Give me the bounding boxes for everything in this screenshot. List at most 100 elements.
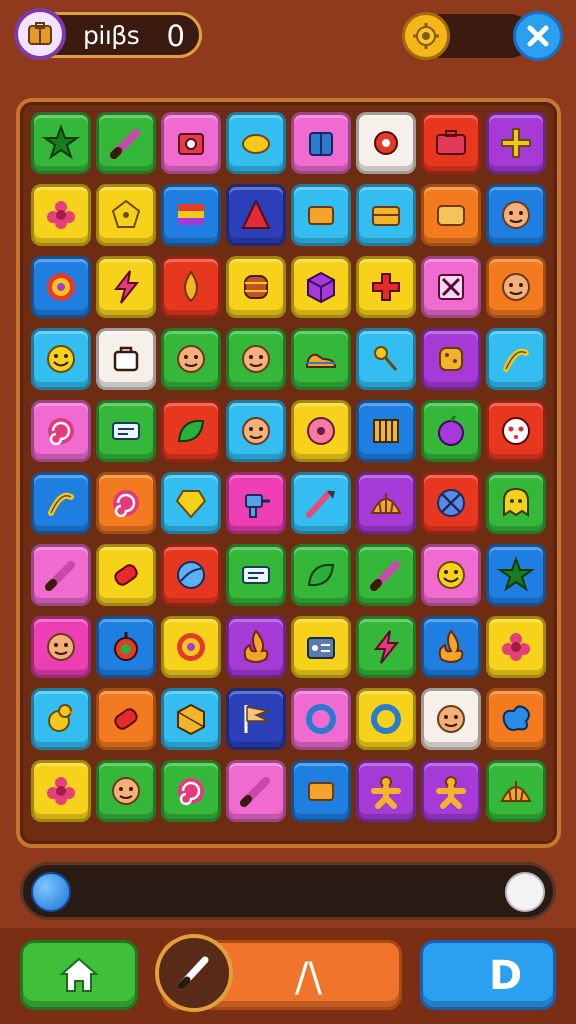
tile-pencil[interactable] (226, 760, 286, 822)
tile-swirl[interactable] (161, 760, 221, 822)
pentagon-icon (111, 199, 141, 228)
tile-xbox[interactable] (421, 256, 481, 318)
tile-block[interactable] (291, 760, 351, 822)
tile-drill[interactable] (226, 472, 286, 534)
tile-swirl[interactable] (96, 472, 156, 534)
tile-star[interactable] (31, 112, 91, 174)
progress-end-knob[interactable] (505, 872, 545, 912)
tile-lemon[interactable] (226, 112, 286, 174)
tile-ring[interactable] (356, 688, 416, 750)
tile-face[interactable] (96, 760, 156, 822)
tile-flower[interactable] (31, 184, 91, 246)
tile-ghost[interactable] (486, 472, 546, 534)
game-title: piıβs (83, 21, 140, 50)
swirl-icon (48, 418, 74, 446)
tile-camera[interactable] (161, 112, 221, 174)
home-button[interactable] (20, 940, 138, 1010)
tile-target[interactable] (31, 256, 91, 318)
tile-flower[interactable] (486, 616, 546, 678)
close-button[interactable] (513, 11, 563, 61)
tile-bone[interactable] (486, 328, 546, 390)
lemon-icon (242, 134, 270, 154)
tile-ring[interactable] (291, 688, 351, 750)
brush-icon (306, 490, 335, 518)
suitcase-icon (436, 130, 466, 155)
tile-plus[interactable] (486, 112, 546, 174)
tile-leaf[interactable] (291, 544, 351, 606)
tile-plum[interactable] (421, 400, 481, 462)
tile-shirt[interactable] (291, 112, 351, 174)
tile-radio[interactable] (291, 616, 351, 678)
tile-candy[interactable] (96, 544, 156, 606)
tile-pencil[interactable] (356, 544, 416, 606)
tile-cross[interactable] (356, 256, 416, 318)
tile-star[interactable] (486, 544, 546, 606)
bag-icon[interactable] (14, 8, 66, 60)
tile-fire[interactable] (421, 616, 481, 678)
tile-pentagon[interactable] (96, 184, 156, 246)
tile-smile[interactable] (421, 544, 481, 606)
tile-pencil[interactable] (96, 112, 156, 174)
tile-shell[interactable] (356, 472, 416, 534)
shell-icon (500, 781, 532, 802)
tile-leaf[interactable] (161, 400, 221, 462)
tile-bolt[interactable] (96, 256, 156, 318)
tile-shoe[interactable] (291, 328, 351, 390)
tile-cube[interactable] (291, 256, 351, 318)
fire-icon (438, 629, 464, 663)
card-icon (242, 566, 270, 584)
tile-target[interactable] (161, 616, 221, 678)
tile-swirl[interactable] (31, 400, 91, 462)
tile-donut[interactable] (291, 400, 351, 462)
pencil-icon (155, 934, 233, 1012)
tile-chest[interactable] (356, 184, 416, 246)
xbox-icon (438, 274, 464, 300)
tile-suitcase[interactable] (421, 112, 481, 174)
tile-block[interactable] (291, 184, 351, 246)
tile-face[interactable] (31, 616, 91, 678)
tile-bag[interactable] (96, 328, 156, 390)
tile-cone[interactable] (226, 184, 286, 246)
tile-pencil[interactable] (31, 544, 91, 606)
tile-face[interactable] (421, 688, 481, 750)
tile-brush[interactable] (291, 472, 351, 534)
tile-duck[interactable] (31, 688, 91, 750)
tile-barrel[interactable] (226, 256, 286, 318)
tile-gem[interactable] (161, 472, 221, 534)
tile-bone[interactable] (31, 472, 91, 534)
tile-card[interactable] (96, 400, 156, 462)
tile-candy[interactable] (96, 688, 156, 750)
tile-face[interactable] (486, 184, 546, 246)
tile-drop[interactable] (161, 256, 221, 318)
tile-key[interactable] (356, 328, 416, 390)
tile-xball[interactable] (421, 472, 481, 534)
tile-box[interactable] (421, 184, 481, 246)
tile-smile[interactable] (31, 328, 91, 390)
flower-icon (502, 633, 530, 661)
progress-start-knob[interactable] (31, 872, 71, 912)
tile-face[interactable] (226, 400, 286, 462)
tile-crate[interactable] (161, 688, 221, 750)
tile-card[interactable] (226, 544, 286, 606)
tile-splash[interactable] (486, 688, 546, 750)
tile-face[interactable] (486, 256, 546, 318)
tile-gate[interactable] (356, 400, 416, 462)
tile-mask[interactable] (486, 400, 546, 462)
tile-flag[interactable] (226, 688, 286, 750)
tile-face[interactable] (161, 328, 221, 390)
gear-icon[interactable] (402, 12, 450, 60)
ghost-icon (503, 487, 529, 517)
tile-flower[interactable] (31, 760, 91, 822)
tile-face[interactable] (226, 328, 286, 390)
tile-bolt[interactable] (356, 616, 416, 678)
tile-stripes[interactable] (161, 184, 221, 246)
tile-fire[interactable] (226, 616, 286, 678)
tile-shell[interactable] (486, 760, 546, 822)
tile-gingerbread[interactable] (356, 760, 416, 822)
tile-bomb[interactable] (96, 616, 156, 678)
tile-bread[interactable] (421, 328, 481, 390)
tile-gingerbread[interactable] (421, 760, 481, 822)
tile-gear[interactable] (356, 112, 416, 174)
tile-globe[interactable] (161, 544, 221, 606)
hint-button[interactable]: D (420, 940, 556, 1010)
